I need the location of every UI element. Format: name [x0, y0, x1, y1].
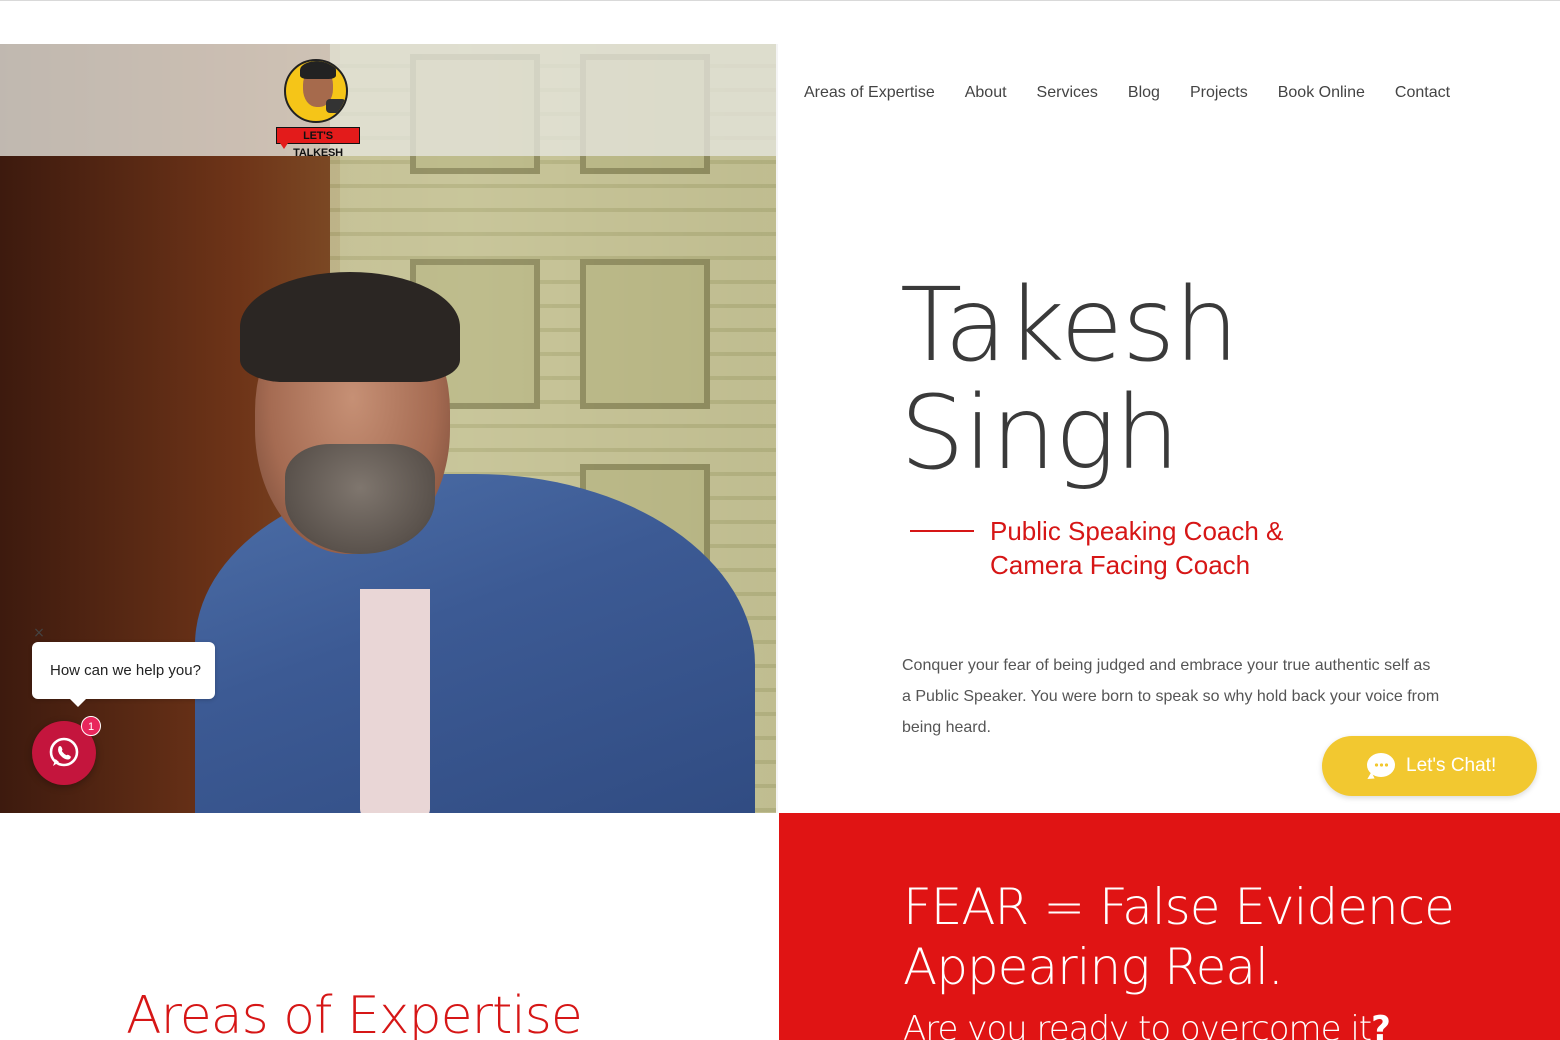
site-logo[interactable]: LET'S TALKESH — [276, 47, 360, 159]
nav-areas-of-expertise[interactable]: Areas of Expertise — [804, 84, 935, 108]
nav-book-online[interactable]: Book Online — [1278, 84, 1365, 108]
fear-subtitle: Are you ready to overcome it? — [903, 1009, 1391, 1040]
microphone-icon — [326, 99, 346, 113]
hero-accent-line — [910, 530, 974, 532]
main-nav: Areas of Expertise About Services Blog P… — [804, 84, 1480, 108]
whatsapp-prompt[interactable]: How can we help you? — [32, 642, 215, 707]
chat-label: Let's Chat! — [1406, 755, 1497, 776]
lets-chat-button[interactable]: Let's Chat! — [1322, 736, 1537, 796]
areas-of-expertise-heading: Areas of Expertise — [126, 986, 583, 1040]
nav-projects[interactable]: Projects — [1190, 84, 1248, 108]
nav-contact[interactable]: Contact — [1395, 84, 1450, 108]
hero-description: Conquer your fear of being judged and em… — [902, 657, 1440, 736]
browser-top-strip — [0, 0, 1560, 44]
chat-bubble-icon — [1367, 753, 1395, 777]
person-tshirt — [360, 589, 430, 813]
header-bar — [0, 44, 776, 156]
hero-name-first: Takesh — [900, 266, 1239, 385]
logo-text: LET'S TALKESH — [276, 127, 360, 159]
hero-subtitle-line: Public Speaking Coach & — [990, 516, 1284, 546]
hero-divider — [776, 44, 778, 813]
fear-title: FEAR = False Evidence Appearing Real. — [903, 878, 1455, 996]
hero-name: Takesh Singh — [900, 266, 1239, 493]
hero-subtitle: Public Speaking Coach & Camera Facing Co… — [990, 514, 1310, 582]
hero-name-last: Singh — [900, 374, 1180, 493]
notification-badge: 1 — [81, 716, 101, 736]
close-icon[interactable]: × — [32, 626, 46, 640]
logo-avatar — [284, 59, 348, 123]
nav-about[interactable]: About — [965, 84, 1007, 108]
nav-services[interactable]: Services — [1037, 84, 1098, 108]
whatsapp-icon — [49, 737, 79, 767]
nav-blog[interactable]: Blog — [1128, 84, 1160, 108]
person-beard — [285, 444, 435, 554]
person-hair — [240, 272, 460, 382]
fear-panel: FEAR = False Evidence Appearing Real. Ar… — [779, 813, 1560, 1040]
door-panel — [580, 259, 710, 409]
hero-subtitle-line: Camera Facing Coach — [990, 550, 1251, 580]
